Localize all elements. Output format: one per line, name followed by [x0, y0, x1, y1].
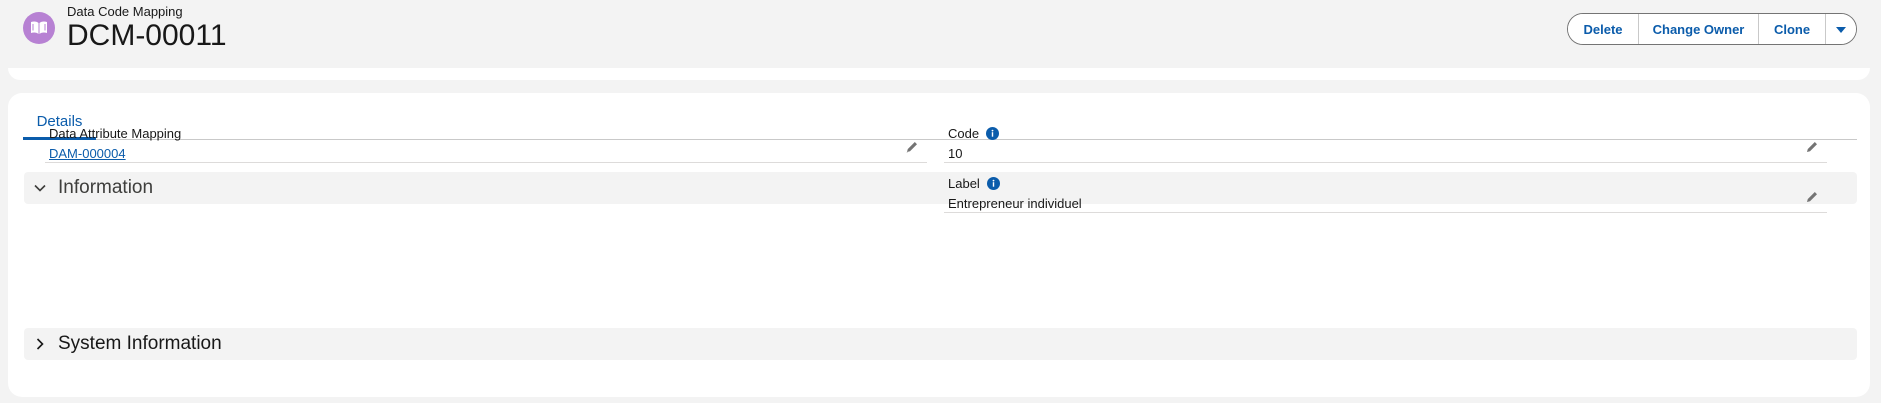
delete-button[interactable]: Delete: [1568, 14, 1639, 44]
info-icon[interactable]: [986, 177, 1000, 190]
field-label-text: Code: [948, 126, 980, 141]
action-button-group: Delete Change Owner Clone: [1567, 13, 1857, 45]
record-header: Data Code Mapping DCM-00011 Delete Chang…: [0, 0, 1881, 68]
page-title: DCM-00011: [67, 19, 227, 52]
field-data-attribute-mapping: Data Attribute Mapping DAM-000004: [45, 126, 927, 163]
change-owner-button[interactable]: Change Owner: [1639, 14, 1759, 44]
field-label: Label: [948, 176, 1000, 191]
pencil-icon[interactable]: [1805, 140, 1819, 154]
section-title: System Information: [58, 333, 222, 354]
pencil-icon[interactable]: [1805, 190, 1819, 204]
field-code: Code 10: [944, 126, 1827, 163]
book-icon: [23, 12, 55, 44]
more-actions-button[interactable]: [1826, 14, 1856, 44]
info-icon[interactable]: [986, 127, 1000, 140]
field-label-text: Label: [948, 176, 980, 191]
chevron-down-icon: [1835, 22, 1847, 37]
highlights-panel: [8, 68, 1870, 80]
chevron-right-icon: [32, 336, 48, 352]
data-attribute-mapping-link[interactable]: DAM-000004: [49, 146, 126, 161]
pencil-icon[interactable]: [905, 140, 919, 154]
clone-button[interactable]: Clone: [1759, 14, 1826, 44]
field-label-value: Label Entrepreneur individuel: [944, 176, 1827, 213]
field-label: Code: [948, 126, 1000, 141]
field-label: Data Attribute Mapping: [49, 126, 182, 141]
chevron-down-icon: [32, 180, 48, 196]
object-type-label: Data Code Mapping: [67, 4, 183, 19]
section-system-information-header[interactable]: System Information: [24, 328, 1857, 360]
field-value: 10: [948, 146, 963, 161]
section-title: Information: [58, 177, 154, 198]
field-value: Entrepreneur individuel: [948, 196, 1082, 211]
